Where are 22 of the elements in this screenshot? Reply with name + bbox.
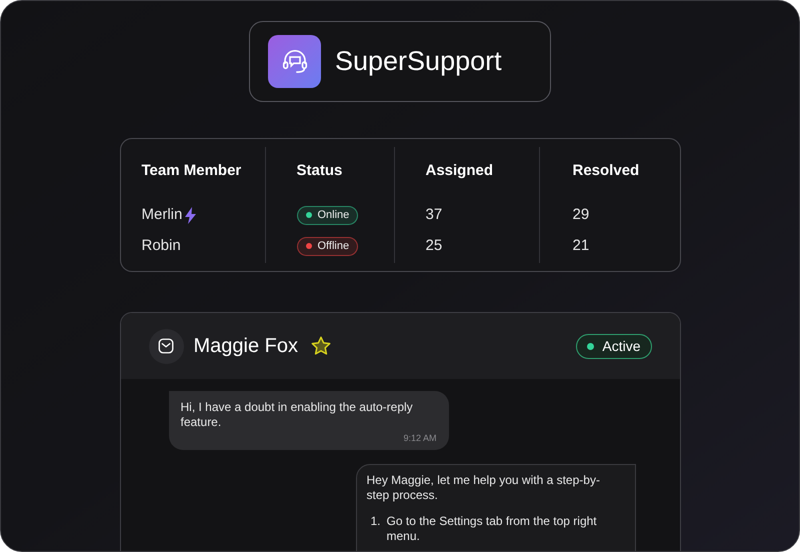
column-header: Assigned <box>426 161 494 181</box>
mail-icon <box>148 328 184 364</box>
headset-chat-logo-icon <box>268 35 321 88</box>
status-badge: Offline <box>296 236 358 256</box>
status-badge: Online <box>296 206 358 224</box>
step-text: Go to the Settings tab from the top right menu. <box>386 514 598 544</box>
member-name: Robin <box>142 236 181 256</box>
table-cell-text: 37 <box>426 204 442 225</box>
column-header: Team Member <box>142 161 242 181</box>
column-header: Status <box>296 161 342 181</box>
brand-name: SuperSupport <box>335 45 502 78</box>
table-cell-text: 21 <box>572 236 590 256</box>
column-header: Resolved <box>572 161 640 181</box>
active-status-badge: Active <box>576 334 652 358</box>
table-cell-text: 29 <box>572 204 590 225</box>
message-text: Hey Maggie, let me help you with a step-by-step process. <box>366 472 601 502</box>
step-number: 1. <box>370 514 381 530</box>
message-time: 9:12 AM <box>403 432 436 445</box>
member-name: Merlin <box>142 204 182 225</box>
table-cell-text: 25 <box>426 236 442 256</box>
message-text: Hi, I have a doubt in enabling the auto-reply feature. <box>180 400 414 430</box>
contact-name: Maggie Fox <box>194 334 298 359</box>
